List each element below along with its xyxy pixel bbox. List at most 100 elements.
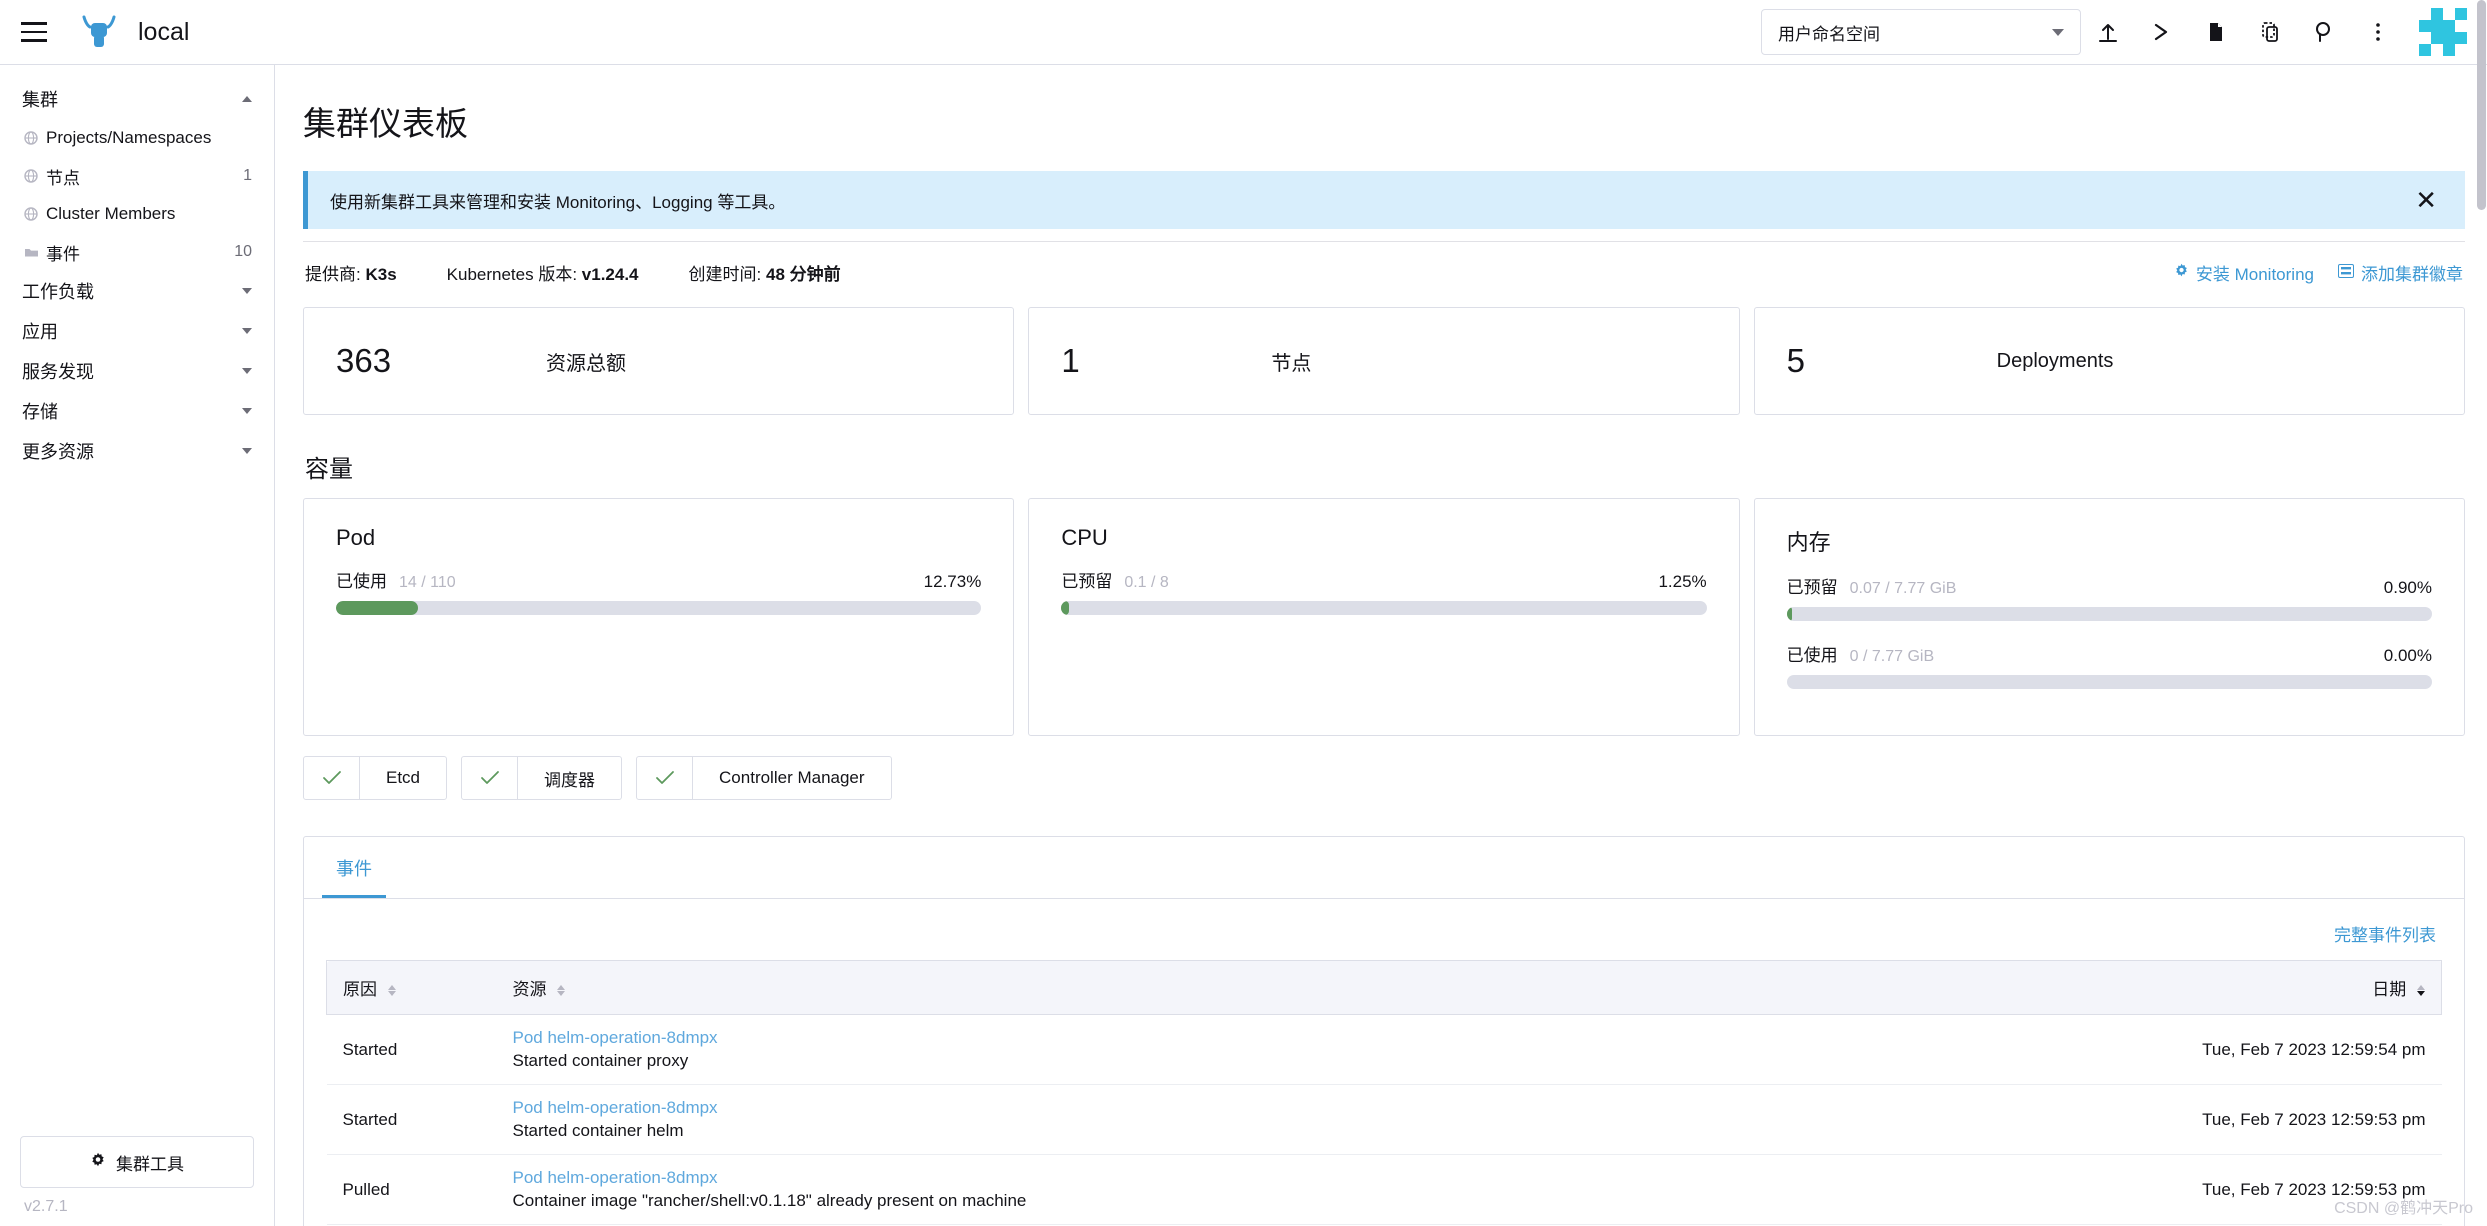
chevron-down-icon bbox=[242, 288, 252, 294]
stat-card-nodes[interactable]: 1 节点 bbox=[1028, 307, 1740, 415]
scrollbar-thumb[interactable] bbox=[2477, 0, 2486, 210]
namespace-select-value: 用户命名空间 bbox=[1778, 24, 1880, 44]
stat-card-deployments[interactable]: 5 Deployments bbox=[1753, 307, 2465, 415]
sidebar: 集群 Projects/Namespaces 节点 1 Cluster Memb… bbox=[0, 65, 275, 1226]
capacity-row-label: 已预留 0.1 / 8 1.25% bbox=[1061, 567, 1706, 592]
column-header-resource[interactable]: 资源 bbox=[496, 960, 2112, 1015]
top-header: local 用户命名空间 bbox=[0, 0, 2487, 65]
resource-link[interactable]: Pod helm-operation-8dmpx bbox=[513, 1028, 2096, 1048]
capacity-row-key: 已预留 bbox=[1061, 572, 1113, 591]
column-header-reason[interactable]: 原因 bbox=[326, 960, 497, 1015]
created-meta: 创建时间: 48 分钟前 bbox=[689, 260, 841, 285]
capacity-progress-bar bbox=[336, 601, 982, 615]
resource-link[interactable]: Pod helm-operation-8dmpx bbox=[513, 1168, 2096, 1188]
chevron-down-icon bbox=[242, 448, 252, 454]
sidebar-group-label: 应用 bbox=[22, 322, 58, 342]
sidebar-footer: 集群工具 v2.7.1 bbox=[0, 1136, 274, 1226]
full-event-list-link[interactable]: 完整事件列表 bbox=[326, 915, 2442, 960]
copy-kubeconfig-icon[interactable] bbox=[2243, 9, 2297, 55]
chevron-up-icon bbox=[242, 96, 252, 102]
cell-reason: Started bbox=[326, 1084, 497, 1155]
sidebar-group-label: 存储 bbox=[22, 402, 58, 422]
table-row[interactable]: Started Pod helm-operation-8dmpx Started… bbox=[326, 1014, 2442, 1085]
add-cluster-badge-link[interactable]: 添加集群徽章 bbox=[2338, 260, 2463, 285]
capacity-card-memory: 内存 已预留 0.07 / 7.77 GiB 0.90% 已使用 0 / 7.7… bbox=[1753, 498, 2465, 736]
gear-icon bbox=[2174, 263, 2189, 283]
docs-icon[interactable] bbox=[2189, 9, 2243, 55]
cell-date: Tue, Feb 7 2023 12:59:53 pm bbox=[2111, 1084, 2442, 1155]
sidebar-item-count: 1 bbox=[243, 167, 252, 184]
cluster-meta-row: 提供商: K3s Kubernetes 版本: v1.24.4 创建时间: 48… bbox=[303, 241, 2465, 301]
health-pill-controller-manager[interactable]: Controller Manager bbox=[636, 756, 892, 800]
more-actions-icon[interactable] bbox=[2351, 9, 2405, 55]
cluster-tools-button[interactable]: 集群工具 bbox=[20, 1136, 254, 1188]
sidebar-nav: 集群 Projects/Namespaces 节点 1 Cluster Memb… bbox=[0, 65, 274, 1136]
health-pill-scheduler[interactable]: 调度器 bbox=[461, 756, 623, 800]
sidebar-group-workloads[interactable]: 工作负载 bbox=[0, 271, 274, 311]
info-banner-text: 使用新集群工具来管理和安装 Monitoring、Logging 等工具。 bbox=[330, 192, 786, 212]
capacity-row-pct: 12.73% bbox=[923, 572, 982, 591]
capacity-row-label: 已使用 0 / 7.77 GiB 0.00% bbox=[1787, 641, 2432, 666]
search-icon[interactable] bbox=[2297, 9, 2351, 55]
capacity-row-pct: 0.90% bbox=[2383, 578, 2432, 597]
namespace-select[interactable]: 用户命名空间 bbox=[1761, 9, 2081, 55]
capacity-cards: Pod 已使用 14 / 110 12.73% CPU 已预留 0.1 / 8 … bbox=[303, 498, 2465, 736]
sidebar-item-projects-namespaces[interactable]: Projects/Namespaces bbox=[0, 119, 274, 157]
events-panel: 事件 完整事件列表 原因 资源 日期 Started Pod helm-oper… bbox=[303, 836, 2465, 1226]
k8s-version-label: Kubernetes 版本: bbox=[446, 265, 578, 284]
resource-link[interactable]: Pod helm-operation-8dmpx bbox=[513, 1098, 2096, 1118]
capacity-card-title: 内存 bbox=[1786, 530, 1831, 555]
sidebar-item-count: 10 bbox=[234, 243, 252, 260]
table-row[interactable]: Pulled Pod helm-operation-8dmpx Containe… bbox=[326, 1154, 2442, 1225]
capacity-progress-bar bbox=[1786, 607, 2432, 621]
events-tabs: 事件 bbox=[304, 837, 2464, 899]
globe-icon bbox=[20, 204, 42, 224]
progress-fill bbox=[336, 601, 419, 615]
sidebar-item-events[interactable]: 事件 10 bbox=[0, 233, 274, 271]
sidebar-group-apps[interactable]: 应用 bbox=[0, 311, 274, 351]
provider-label: 提供商: bbox=[305, 265, 361, 284]
page-body: 集群 Projects/Namespaces 节点 1 Cluster Memb… bbox=[0, 0, 2487, 1226]
sidebar-group-storage[interactable]: 存储 bbox=[0, 391, 274, 431]
capacity-card-title: CPU bbox=[1061, 525, 1108, 550]
cell-reason: Started bbox=[326, 1014, 497, 1085]
import-yaml-icon[interactable] bbox=[2081, 9, 2135, 55]
sidebar-group-service-discovery[interactable]: 服务发现 bbox=[0, 351, 274, 391]
info-banner: 使用新集群工具来管理和安装 Monitoring、Logging 等工具。 ✕ bbox=[303, 171, 2465, 229]
hamburger-icon[interactable] bbox=[14, 12, 54, 52]
badge-icon bbox=[2338, 263, 2354, 283]
stat-value: 363 bbox=[336, 342, 392, 379]
capacity-row-sub: 14 / 110 bbox=[399, 574, 456, 591]
user-avatar[interactable] bbox=[2419, 8, 2467, 56]
page-title: 集群仪表板 bbox=[303, 105, 468, 142]
capacity-row-key: 已预留 bbox=[1786, 578, 1838, 597]
resource-message: Started container helm bbox=[512, 1121, 684, 1140]
capacity-section-title: 容量 bbox=[305, 456, 353, 483]
tab-events[interactable]: 事件 bbox=[322, 837, 386, 898]
kubectl-shell-icon[interactable] bbox=[2135, 9, 2189, 55]
cell-date: Tue, Feb 7 2023 12:59:54 pm bbox=[2111, 1014, 2442, 1085]
rancher-bull-logo bbox=[80, 15, 118, 49]
stat-card-total-resources[interactable]: 363 资源总额 bbox=[303, 307, 1015, 415]
close-icon[interactable]: ✕ bbox=[2409, 183, 2443, 217]
capacity-row-sub: 0 / 7.77 GiB bbox=[1849, 648, 1935, 665]
column-header-date[interactable]: 日期 bbox=[2111, 960, 2442, 1015]
provider-meta: 提供商: K3s bbox=[305, 260, 397, 285]
sidebar-item-label: 事件 bbox=[46, 244, 80, 264]
sidebar-group-more-resources[interactable]: 更多资源 bbox=[0, 431, 274, 471]
cell-reason: Pulled bbox=[326, 1154, 497, 1225]
health-status-row: Etcd 调度器 Controller Manager bbox=[303, 756, 2465, 800]
sidebar-group-cluster[interactable]: 集群 bbox=[0, 79, 274, 119]
chevron-down-icon bbox=[242, 408, 252, 414]
health-pill-etcd[interactable]: Etcd bbox=[303, 756, 448, 800]
sidebar-item-nodes[interactable]: 节点 1 bbox=[0, 157, 274, 195]
health-pill-label: 调度器 bbox=[544, 770, 596, 790]
install-monitoring-link[interactable]: 安装 Monitoring bbox=[2174, 260, 2314, 285]
progress-fill bbox=[1061, 601, 1070, 615]
sidebar-item-cluster-members[interactable]: Cluster Members bbox=[0, 195, 274, 233]
capacity-row-key: 已使用 bbox=[1786, 646, 1838, 665]
table-row[interactable]: Started Pod helm-operation-8dmpx Started… bbox=[326, 1084, 2442, 1155]
stat-value: 5 bbox=[1786, 342, 1806, 379]
page-scrollbar[interactable] bbox=[2477, 0, 2487, 1161]
cluster-name[interactable]: local bbox=[138, 18, 189, 47]
